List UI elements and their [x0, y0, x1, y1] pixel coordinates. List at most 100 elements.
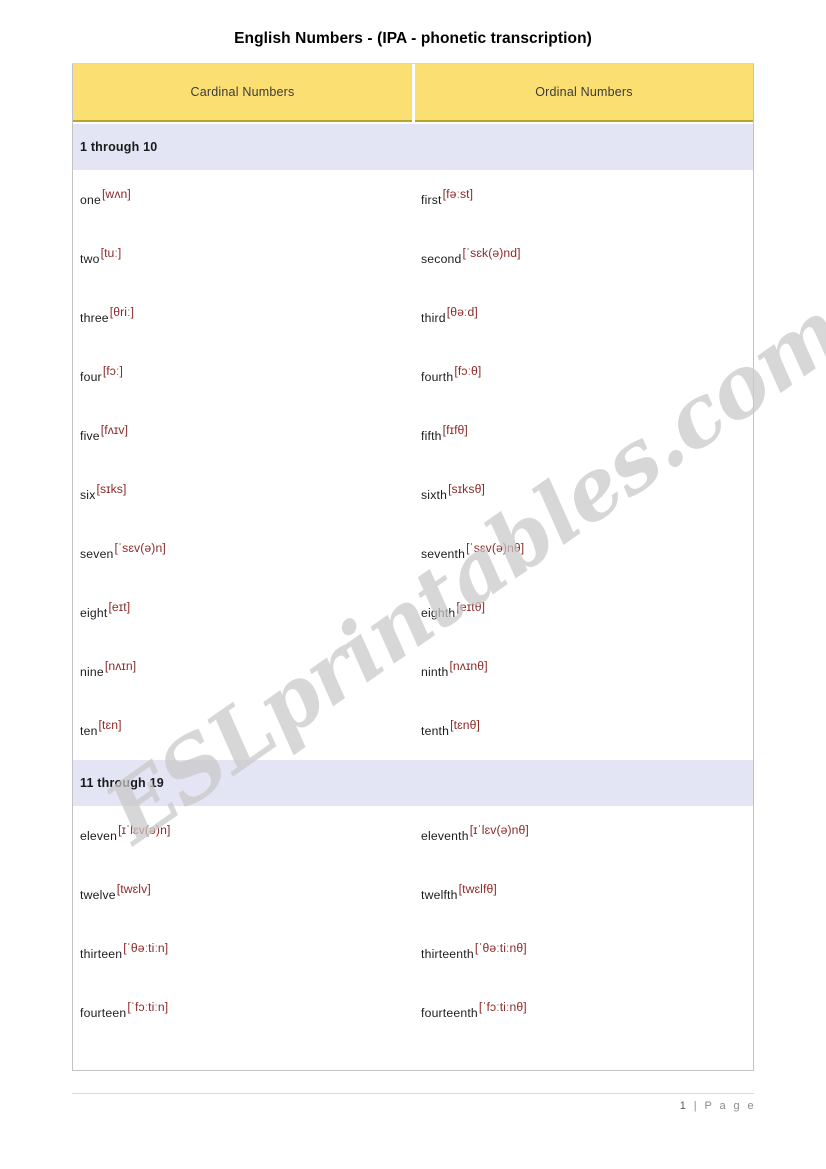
cardinal-word: nine	[80, 664, 104, 679]
table-row: twelve [twɛlv] twelfth [twɛlfθ]	[73, 865, 753, 924]
ordinal-word: eighth	[421, 605, 456, 620]
cardinal-cell: fourteen [ˈfɔːtiːn]	[73, 1000, 414, 1020]
ordinal-word: seventh	[421, 546, 466, 561]
footer-separator: |	[693, 1100, 700, 1112]
cardinal-cell: thirteen [ˈθəːtiːn]	[73, 941, 414, 961]
cardinal-ipa: [ˈsɛv(ə)n]	[114, 540, 166, 555]
cardinal-cell: five [fʌɪv]	[73, 423, 414, 443]
ordinal-ipa: [ˈθəːtiːnθ]	[474, 940, 527, 955]
ordinal-word: twelfth	[421, 887, 458, 902]
cardinal-cell: ten [tɛn]	[73, 718, 414, 738]
cardinal-cell: eight [eɪt]	[73, 600, 414, 620]
ordinal-cell: sixth [sɪksθ]	[414, 482, 753, 502]
table-row: five [fʌɪv] fifth [fɪfθ]	[73, 406, 753, 465]
cardinal-cell: six [sɪks]	[73, 482, 414, 502]
cardinal-ipa: [ɪˈlɛv(ə)n]	[118, 822, 171, 837]
cardinal-cell: seven [ˈsɛv(ə)n]	[73, 541, 414, 561]
numbers-table: Cardinal Numbers Ordinal Numbers 1 throu…	[72, 63, 754, 1071]
ordinal-ipa: [ˈsɛv(ə)nθ]	[466, 540, 525, 555]
cardinal-word: two	[80, 251, 100, 266]
ordinal-cell: first [fəːst]	[414, 187, 753, 207]
cardinal-word: one	[80, 192, 101, 207]
cardinal-word: fourteen	[80, 1005, 127, 1020]
cardinal-ipa: [eɪt]	[108, 599, 131, 614]
footer-divider	[72, 1093, 754, 1094]
ordinal-cell: fourth [fɔːθ]	[414, 364, 753, 384]
cardinal-cell: four [fɔː]	[73, 364, 414, 384]
cardinal-word: twelve	[80, 887, 116, 902]
table-row: fourteen [ˈfɔːtiːn] fourteenth [ˈfɔːtiːnθ]	[73, 983, 753, 1042]
table-row: thirteen [ˈθəːtiːn] thirteenth [ˈθəːtiːnθ]	[73, 924, 753, 983]
ordinal-cell: second [ˈsɛk(ə)nd]	[414, 246, 753, 266]
section-rows: eleven [ɪˈlɛv(ə)n] eleventh [ɪˈlɛv(ə)nθ] twe…	[73, 806, 753, 1042]
ordinal-ipa: [ˈfɔːtiːnθ]	[478, 999, 527, 1014]
ordinal-ipa: [fɪfθ]	[442, 422, 468, 437]
ordinal-ipa: [fɔːθ]	[454, 363, 482, 378]
ordinal-word: eleventh	[421, 828, 469, 843]
table-bottom-padding	[73, 1042, 753, 1070]
ordinal-word: sixth	[421, 487, 448, 502]
footer-page-label: P a g e	[704, 1100, 756, 1112]
table-body: 1 through 10 one [wʌn] first [fəːst] two [tuː]…	[73, 124, 753, 1042]
cardinal-ipa: [nʌɪn]	[104, 658, 137, 673]
table-header-row: Cardinal Numbers Ordinal Numbers	[73, 64, 753, 124]
footer-page-number: 1	[679, 1100, 689, 1112]
cardinal-ipa: [fʌɪv]	[100, 422, 129, 437]
table-row: two [tuː] second [ˈsɛk(ə)nd]	[73, 229, 753, 288]
ordinal-cell: ninth [nʌɪnθ]	[414, 659, 753, 679]
ordinal-word: thirteenth	[421, 946, 474, 961]
table-row: nine [nʌɪn] ninth [nʌɪnθ]	[73, 642, 753, 701]
cardinal-word: eleven	[80, 828, 118, 843]
cardinal-cell: two [tuː]	[73, 246, 414, 266]
ordinal-ipa: [ɪˈlɛv(ə)nθ]	[469, 822, 529, 837]
table-row: six [sɪks] sixth [sɪksθ]	[73, 465, 753, 524]
table-row: seven [ˈsɛv(ə)n] seventh [ˈsɛv(ə)nθ]	[73, 524, 753, 583]
ordinal-ipa: [eɪtθ]	[456, 599, 486, 614]
ordinal-word: fourth	[421, 369, 454, 384]
ordinal-word: first	[421, 192, 442, 207]
cardinal-ipa: [ˈfɔːtiːn]	[127, 999, 169, 1014]
ordinal-ipa: [θəːd]	[446, 304, 478, 319]
ordinal-cell: thirteenth [ˈθəːtiːnθ]	[414, 941, 753, 961]
ordinal-cell: eleventh [ɪˈlɛv(ə)nθ]	[414, 823, 753, 843]
cardinal-word: eight	[80, 605, 108, 620]
cardinal-word: thirteen	[80, 946, 123, 961]
table-row: ten [tɛn] tenth [tɛnθ]	[73, 701, 753, 760]
table-row: eleven [ɪˈlɛv(ə)n] eleventh [ɪˈlɛv(ə)nθ]	[73, 806, 753, 865]
cardinal-cell: nine [nʌɪn]	[73, 659, 414, 679]
page-title: English Numbers - (IPA - phonetic transc…	[234, 30, 592, 47]
ordinal-cell: fifth [fɪfθ]	[414, 423, 753, 443]
ordinal-cell: third [θəːd]	[414, 305, 753, 325]
table-row: eight [eɪt] eighth [eɪtθ]	[73, 583, 753, 642]
cardinal-word: four	[80, 369, 102, 384]
ordinal-word: third	[421, 310, 446, 325]
column-header-ordinal: Ordinal Numbers	[415, 64, 753, 122]
ordinal-word: fourteenth	[421, 1005, 478, 1020]
ordinal-ipa: [tɛnθ]	[450, 717, 481, 732]
table-row: one [wʌn] first [fəːst]	[73, 170, 753, 229]
cardinal-ipa: [twɛlv]	[116, 881, 151, 896]
cardinal-ipa: [tɛn]	[98, 717, 122, 732]
ordinal-cell: eighth [eɪtθ]	[414, 600, 753, 620]
cardinal-ipa: [ˈθəːtiːn]	[123, 940, 169, 955]
cardinal-word: ten	[80, 723, 98, 738]
ordinal-word: fifth	[421, 428, 442, 443]
ordinal-cell: seventh [ˈsɛv(ə)nθ]	[414, 541, 753, 561]
section-rows: one [wʌn] first [fəːst] two [tuː] second [ˈsɛk(…	[73, 170, 753, 760]
section-header: 11 through 19	[73, 760, 753, 806]
ordinal-cell: fourteenth [ˈfɔːtiːnθ]	[414, 1000, 753, 1020]
cardinal-word: three	[80, 310, 109, 325]
cardinal-ipa: [θriː]	[109, 304, 135, 319]
ordinal-cell: tenth [tɛnθ]	[414, 718, 753, 738]
table-row: four [fɔː] fourth [fɔːθ]	[73, 347, 753, 406]
cardinal-word: seven	[80, 546, 114, 561]
ordinal-ipa: [twɛlfθ]	[458, 881, 497, 896]
ordinal-word: tenth	[421, 723, 450, 738]
table-row: three [θriː] third [θəːd]	[73, 288, 753, 347]
ordinal-word: ninth	[421, 664, 449, 679]
ordinal-ipa: [nʌɪnθ]	[449, 658, 488, 673]
cardinal-ipa: [fɔː]	[102, 363, 123, 378]
cardinal-cell: eleven [ɪˈlɛv(ə)n]	[73, 823, 414, 843]
cardinal-ipa: [wʌn]	[101, 186, 131, 201]
footer: 1 | P a g e	[680, 1100, 756, 1112]
